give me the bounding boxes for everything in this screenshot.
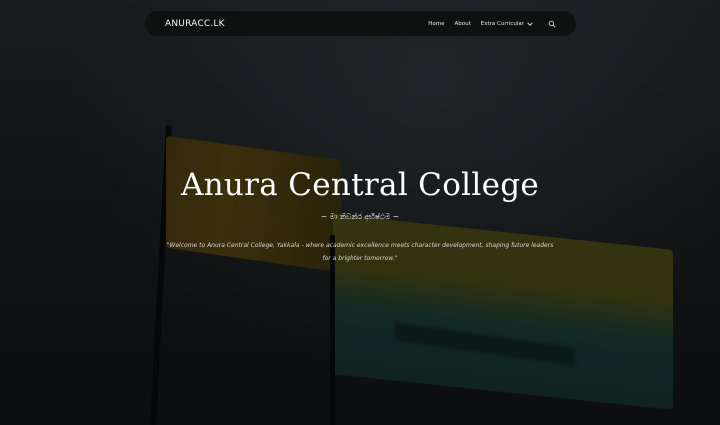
page-title: Anura Central College bbox=[180, 167, 540, 203]
nav-item-extra-curricular[interactable]: Extra Curricular bbox=[481, 20, 534, 28]
brand-logo[interactable]: ANURACC.LK bbox=[165, 19, 225, 29]
nav-item-extra-curricular-label: Extra Curricular bbox=[480, 20, 524, 27]
nav-menu: Home About Extra Curricular bbox=[428, 20, 556, 28]
chevron-down-icon bbox=[527, 21, 533, 26]
school-motto: ~ මා නිවන්ර අභිෂ්ඨම ~ bbox=[320, 212, 400, 221]
navbar: ANURACC.LK Home About Extra Curricular bbox=[145, 11, 576, 36]
nav-item-home[interactable]: Home bbox=[428, 21, 444, 27]
hero-content: Anura Central College ~ මා නිවන්ර අභිෂ්ඨ… bbox=[0, 167, 720, 265]
welcome-quote: "Welcome to Anura Central College, Yakka… bbox=[166, 242, 554, 262]
search-icon[interactable] bbox=[548, 20, 556, 28]
nav-item-about[interactable]: About bbox=[455, 21, 471, 27]
